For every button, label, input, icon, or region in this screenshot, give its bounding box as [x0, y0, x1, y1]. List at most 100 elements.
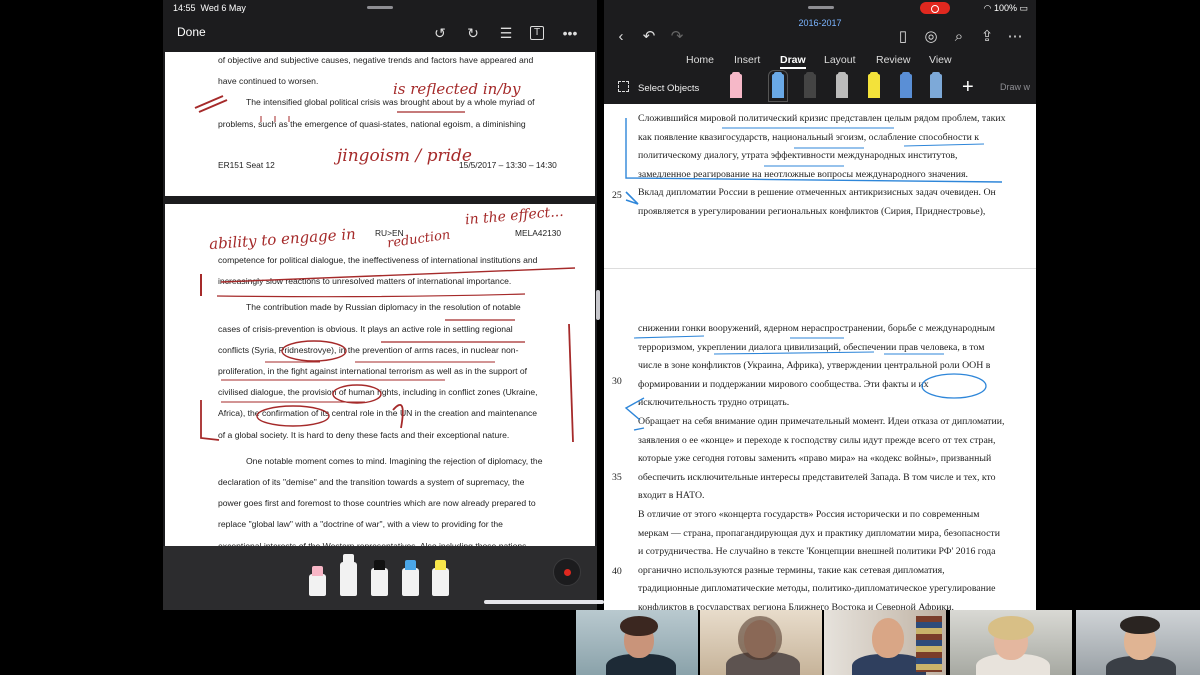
text-line: cases of crisis-prevention is obvious. I… — [218, 323, 513, 334]
text-line: числе в зоне конфликтов (Украина, Африка… — [638, 360, 991, 372]
status-date: Wed 6 May — [200, 3, 246, 13]
page-footer-right: 15/5/2017 – 13:30 – 14:30 — [459, 160, 557, 170]
text-line: обеспечить исключительные интересы предс… — [638, 471, 996, 483]
handwritten-note: is reflected in/by — [393, 80, 521, 98]
text-line: declaration of its "demise" and the tran… — [218, 477, 525, 488]
light-blue-pen[interactable] — [930, 72, 942, 98]
more-icon[interactable]: ••• — [561, 24, 579, 42]
text-line: The contribution made by Russian diploma… — [246, 302, 521, 313]
blue-pen-selected[interactable] — [768, 70, 788, 102]
page-header-right: MELA42130 — [515, 228, 562, 238]
text-line: Africa), the confirmation of its central… — [218, 408, 538, 419]
text-line: проявляется в урегулировании региональны… — [638, 205, 986, 217]
blue-highlighter[interactable] — [900, 72, 912, 98]
marker-tool[interactable] — [371, 560, 388, 596]
lightbulb-icon[interactable]: ◎ — [922, 28, 940, 46]
text-line: традиционные дипломатические методы, пол… — [638, 583, 996, 595]
handwritten-note: in the effect... — [464, 204, 565, 229]
text-line: формировании и поддержании мирового сооб… — [638, 378, 929, 390]
pdf-page-2: RU>EN MELA42130 competence for political… — [165, 204, 595, 546]
tab-view[interactable]: View — [929, 54, 952, 66]
text-line: терроризмом, укреплении диалога цивилиза… — [638, 341, 985, 353]
pencil-pen[interactable] — [836, 72, 848, 98]
redo-icon[interactable]: ↻ — [464, 24, 482, 42]
back-icon[interactable]: ‹ — [612, 28, 630, 46]
text-line: Сложившийся мировой политический кризис … — [638, 113, 1006, 124]
text-line: power goes first and foremost to those c… — [218, 498, 536, 509]
text-line: входит в НАТО. — [638, 490, 705, 502]
text-line: которые уже сегодня готовы заменить «пра… — [638, 453, 992, 465]
text-line: и сотрудничества. Не случайно в тексте '… — [638, 546, 996, 558]
tab-review[interactable]: Review — [876, 54, 910, 66]
participant-3-video[interactable] — [824, 610, 946, 675]
text-line: заявления о ее «конце» и переходе к госп… — [638, 434, 996, 446]
status-bar-right: ◠ 100% ▭ — [983, 3, 1028, 13]
screen: 14:55 Wed 6 May Done ↺ ↻ ☰ T ••• of obje… — [0, 0, 1200, 675]
text-line: исключительность трудно отрицать. — [638, 397, 790, 409]
text-line: increasingly slow reactions to unresolve… — [218, 276, 512, 287]
pen-tool[interactable] — [340, 554, 357, 596]
text-line: политическому диалогу, утрата эффективно… — [638, 150, 958, 162]
search-icon[interactable]: ⌕ — [950, 28, 968, 46]
screen-recording-indicator — [920, 2, 950, 14]
redo-icon[interactable]: ↷ — [668, 28, 686, 46]
text-line: снижении гонки вооружений, ядерном нерас… — [638, 323, 995, 334]
pdf-page-1: of objective and subjective causes, nega… — [165, 52, 595, 196]
text-tool-icon[interactable]: T — [530, 26, 544, 40]
phone-view-icon[interactable]: ▯ — [894, 28, 912, 46]
yellow-highlighter[interactable] — [868, 72, 880, 98]
eraser-pen[interactable] — [730, 72, 742, 98]
participant-4-video[interactable] — [950, 610, 1072, 675]
tab-insert[interactable]: Insert — [734, 54, 760, 66]
pdf-reader-pane: 14:55 Wed 6 May Done ↺ ↻ ☰ T ••• of obje… — [163, 0, 597, 610]
more-icon[interactable]: ⋯ — [1006, 28, 1024, 46]
document-title[interactable]: 2016-2017 — [604, 18, 1036, 28]
highlighter-tool[interactable] — [432, 560, 449, 596]
text-line: problems, such as the emergence of quasi… — [218, 118, 526, 129]
eraser-tool[interactable] — [309, 566, 326, 596]
line-number: 30 — [612, 376, 622, 387]
text-line: competence for political dialogue, the i… — [218, 255, 538, 265]
page-break — [604, 268, 1036, 312]
word-pane: ◠ 100% ▭ 2016-2017 ‹ ↶ ↷ ▯ ◎ ⌕ ⇪ ⋯ Home … — [604, 0, 1036, 610]
participant-2-video[interactable] — [700, 610, 822, 675]
done-button[interactable]: Done — [177, 25, 206, 39]
blue-pencil-tool[interactable] — [402, 560, 419, 596]
tab-home[interactable]: Home — [686, 54, 714, 66]
text-line: В отличие от этого «концерта государств»… — [638, 508, 980, 520]
status-bar: 14:55 Wed 6 May — [173, 3, 246, 13]
text-line: civilised dialogue, the provision of hum… — [218, 387, 538, 398]
record-button[interactable] — [553, 558, 581, 586]
text-line: replace "global law" with a "doctrine of… — [218, 519, 503, 530]
text-line: of a global society. It is hard to deny … — [218, 429, 510, 440]
word-header: ◠ 100% ▭ 2016-2017 ‹ ↶ ↷ ▯ ◎ ⌕ ⇪ ⋯ Home … — [604, 0, 1036, 104]
split-view-divider[interactable] — [596, 290, 600, 320]
text-line: exceptional interests of the Western rep… — [218, 540, 527, 546]
draw-with-touch-label[interactable]: Draw w — [1000, 82, 1030, 92]
participant-5-video[interactable] — [1076, 610, 1200, 675]
ribbon-tabs: Home Insert Draw Layout Review View — [604, 54, 1036, 72]
tab-layout[interactable]: Layout — [824, 54, 856, 66]
multitask-handle[interactable] — [367, 6, 393, 9]
tab-draw[interactable]: Draw — [780, 54, 806, 69]
reader-toolbar: Done ↺ ↻ ☰ T ••• — [163, 18, 597, 50]
black-pen[interactable] — [804, 72, 816, 98]
share-icon[interactable]: ⇪ — [978, 28, 996, 46]
multitask-handle[interactable] — [808, 6, 834, 9]
document-text-block-2[interactable]: снижении гонки вооружений, ядерном нерас… — [638, 320, 1030, 610]
handwritten-note: ability to engage in — [208, 224, 357, 254]
text-line: of objective and subjective causes, nega… — [218, 55, 534, 65]
document-text-block-1[interactable]: Сложившийся мировой политический кризис … — [638, 110, 1030, 222]
reader-icon[interactable]: ☰ — [497, 24, 515, 42]
line-number: 35 — [612, 472, 622, 483]
select-objects-button[interactable]: Select Objects — [618, 81, 699, 94]
page-footer-left: ER151 Seat 12 — [218, 160, 275, 170]
text-line: One notable moment comes to mind. Imagin… — [246, 455, 543, 466]
undo-icon[interactable]: ↶ — [640, 28, 658, 46]
text-line: proliferation, in the fight against inte… — [218, 366, 528, 377]
add-pen-icon[interactable]: + — [962, 76, 974, 99]
home-indicator[interactable] — [484, 600, 604, 604]
text-line: меркам — страна, пропагандирующая дух и … — [638, 527, 1000, 539]
undo-icon[interactable]: ↺ — [431, 24, 449, 42]
participant-1-video[interactable] — [576, 610, 698, 675]
